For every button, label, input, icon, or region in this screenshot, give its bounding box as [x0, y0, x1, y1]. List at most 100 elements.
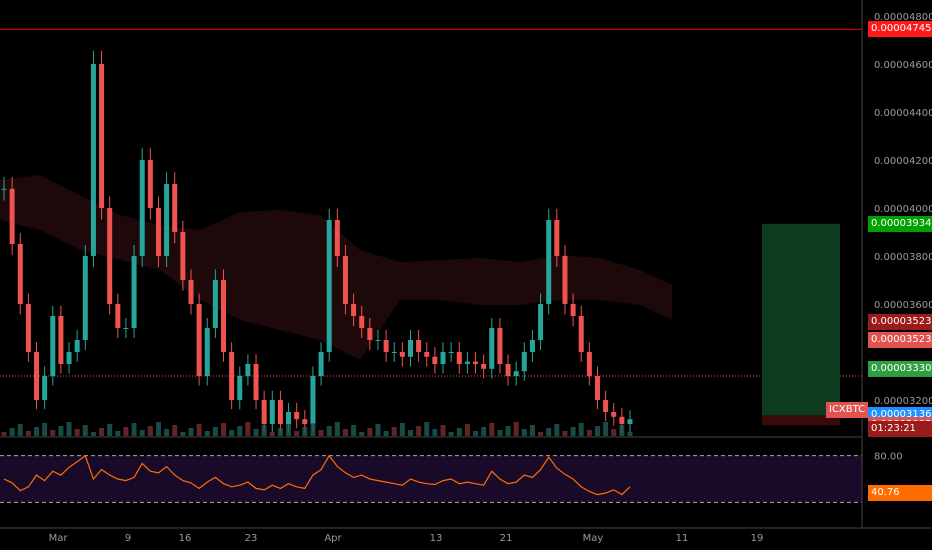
volume-bar [473, 431, 479, 436]
price-candle [286, 412, 292, 424]
volume-bar [489, 423, 495, 436]
time-tick-label: May [583, 533, 604, 544]
price-candle [619, 416, 625, 424]
volume-bar [586, 430, 592, 436]
price-candle [123, 328, 129, 329]
price-candle [481, 364, 487, 369]
volume-bar [367, 428, 373, 436]
volume-bar [66, 422, 72, 436]
time-tick-label: 13 [430, 533, 443, 544]
price-badge: 0.00003523 [868, 332, 932, 349]
price-candle [432, 356, 438, 364]
price-tick-label: 0.00004000 [874, 204, 932, 215]
time-tick-label: 9 [125, 533, 131, 544]
volume-bar [253, 429, 259, 436]
volume-bar [1, 432, 7, 436]
volume-bar [399, 423, 405, 436]
volume-bar [139, 430, 145, 436]
rsi-value-badge: 40.76 [868, 485, 932, 501]
price-candle [294, 412, 300, 420]
price-candle [562, 256, 568, 304]
price-candle [82, 256, 88, 340]
volume-bar [50, 430, 56, 436]
price-candle [351, 304, 357, 316]
volume-bar [375, 424, 381, 436]
volume-bar [505, 426, 511, 436]
price-candle [554, 220, 560, 256]
volume-bar [25, 431, 31, 436]
price-badge: 0.00003934 [868, 215, 932, 232]
volume-bar [74, 429, 80, 436]
symbol-badge: ICXBTC [826, 402, 869, 418]
price-candle [115, 304, 121, 328]
volume-bar [131, 423, 137, 436]
volume-bar [464, 424, 470, 436]
price-candle [107, 208, 113, 304]
volume-bar [570, 427, 576, 436]
price-candle [99, 64, 105, 208]
price-badge: 0.00003330 [868, 360, 932, 377]
volume-bar [294, 431, 300, 436]
price-candle [155, 208, 161, 256]
time-tick-label: 16 [179, 533, 192, 544]
price-candle [42, 376, 48, 400]
volume-bar [554, 424, 560, 436]
volume-bar [318, 430, 324, 436]
volume-bar [188, 428, 194, 436]
volume-bar [611, 429, 617, 436]
price-candle [383, 340, 389, 352]
price-tick-label: 0.00004200 [874, 156, 932, 167]
price-candle [318, 352, 324, 376]
volume-bar [229, 430, 235, 436]
volume-bar [286, 424, 292, 436]
price-candle [74, 340, 80, 352]
price-badge: 0.00004745 [868, 21, 932, 38]
volume-bar [17, 424, 23, 436]
time-tick-label: 11 [676, 533, 689, 544]
volume-bar [90, 432, 96, 436]
price-candle [229, 352, 235, 400]
volume-bar [619, 425, 625, 436]
price-candle [399, 352, 405, 357]
volume-bar [391, 427, 397, 436]
volume-bar [107, 424, 113, 436]
price-candle [326, 220, 332, 352]
volume-bar [196, 424, 202, 436]
volume-bar [546, 428, 552, 436]
price-candle [17, 244, 23, 304]
volume-bar [513, 422, 519, 436]
price-candle [603, 400, 609, 412]
volume-bar [9, 428, 15, 436]
price-candle [424, 352, 430, 357]
volume-bar [180, 432, 186, 436]
price-candle [440, 352, 446, 364]
volume-bar [562, 431, 568, 436]
time-tick-label: 23 [245, 533, 258, 544]
target-zone [762, 223, 840, 416]
price-candle [391, 352, 397, 353]
price-tick-label: 0.00004400 [874, 108, 932, 119]
volume-bar [269, 432, 275, 436]
price-candle [538, 304, 544, 340]
price-candle [473, 361, 479, 364]
volume-bar [481, 427, 487, 436]
price-candle [221, 280, 227, 352]
volume-bar [342, 429, 348, 436]
price-candle [25, 304, 31, 352]
rsi-pane[interactable] [0, 454, 862, 503]
volume-bar [277, 428, 283, 436]
volume-bar [237, 426, 243, 436]
time-tick-label: Mar [49, 533, 69, 544]
price-candle [261, 400, 267, 424]
time-tick-label: 19 [751, 533, 764, 544]
volume-bar [432, 429, 438, 436]
countdown-badge: 01:23:21 [868, 421, 932, 437]
volume-bar [310, 423, 316, 436]
price-candle [342, 256, 348, 304]
price-candle [58, 316, 64, 364]
price-candle [204, 328, 210, 376]
price-candle [34, 352, 40, 400]
volume-bar [334, 422, 340, 436]
price-candle [375, 340, 381, 341]
price-candle [546, 220, 552, 304]
